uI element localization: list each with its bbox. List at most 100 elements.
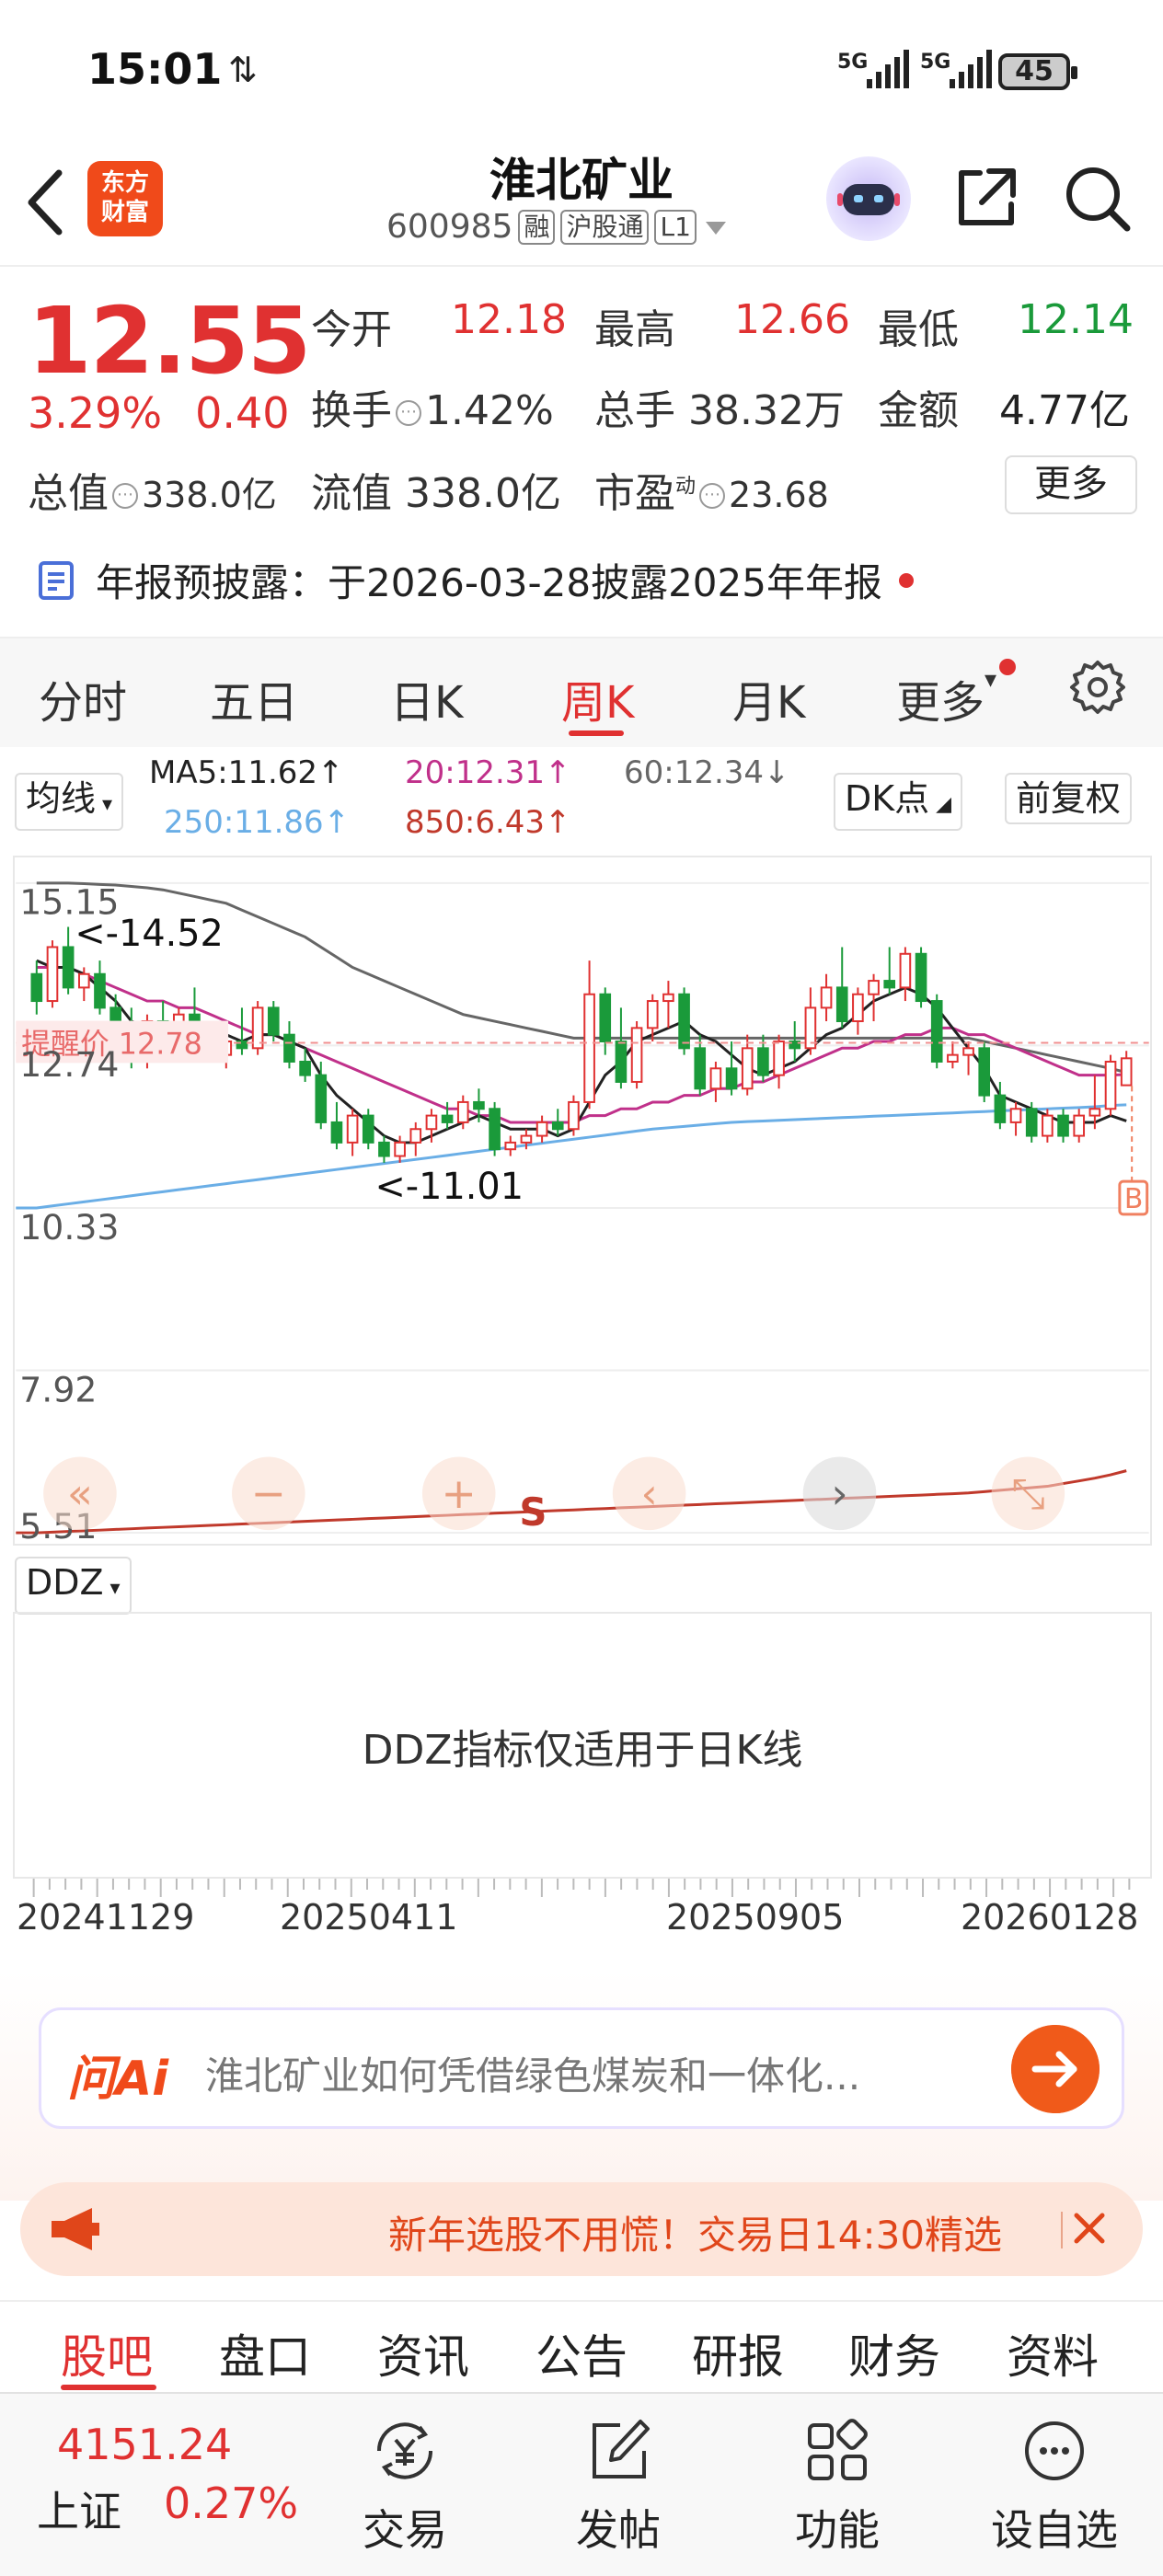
more-quote-button[interactable]: 更多 <box>1005 455 1137 514</box>
index-percent: 0.27% <box>164 2478 299 2528</box>
tab-research[interactable]: 研报 <box>692 2320 784 2386</box>
arrow-right-icon[interactable] <box>1011 2025 1100 2113</box>
dk-point-label: DK点 <box>845 778 930 819</box>
candle <box>630 1027 643 1083</box>
caret-down-icon: ▾ <box>985 666 997 694</box>
low-label: 最低 <box>878 306 959 353</box>
change-percent: 3.29% <box>28 388 163 438</box>
tab-profile[interactable]: 资料 <box>1007 2320 1099 2386</box>
nav-functions[interactable]: 功能 <box>745 2394 929 2576</box>
mktcap-value: 338.0亿 <box>142 475 277 515</box>
candle <box>899 952 912 989</box>
promo-banner[interactable]: 新年选股不用慌！交易日14:30精选 <box>20 2182 1143 2276</box>
search-icon[interactable] <box>1063 164 1133 234</box>
candle <box>441 1114 454 1123</box>
y-tick-label: 7.92 <box>19 1369 97 1409</box>
low-value: 12.14 <box>1018 296 1134 343</box>
turnover-label-text: 换手 <box>311 387 392 434</box>
info-circle-icon[interactable]: ⋯ <box>396 400 421 426</box>
candle <box>520 1134 533 1144</box>
tab-news[interactable]: 资讯 <box>377 2320 469 2386</box>
candle <box>883 980 896 989</box>
bottom-nav: 4151.24 上证 0.27% 交易 发帖 功能 设自选 <box>0 2392 1163 2576</box>
candle <box>568 1100 580 1131</box>
zoom-in-control[interactable]: + <box>421 1456 496 1531</box>
candle <box>1025 1108 1038 1137</box>
caret-down-icon: ▾ <box>96 793 113 816</box>
document-icon <box>39 560 74 600</box>
x-label-3: 20250905 <box>666 1897 845 1938</box>
signal-5g-icon: 5G <box>837 50 909 88</box>
more-dots-icon <box>1025 2421 1084 2480</box>
tab-finance[interactable]: 财务 <box>848 2320 940 2386</box>
promo-text: 新年选股不用慌！交易日14:30精选 <box>388 2213 1003 2258</box>
kline-chart[interactable]: <-14.52<-11.01提醒价 12.78BS 15.1512.7410.3… <box>13 856 1152 1546</box>
candle <box>77 972 90 989</box>
tab-weekly-k[interactable]: 周K <box>561 666 634 730</box>
candle <box>267 1006 280 1036</box>
nav-add-watchlist[interactable]: 设自选 <box>962 2394 1146 2576</box>
tab-announcements[interactable]: 公告 <box>535 2320 628 2386</box>
stock-code-row[interactable]: 600985 融 沪股通 L1 <box>386 208 730 246</box>
indicator-message: DDZ指标仅适用于日K线 <box>362 1727 803 1774</box>
current-price: 12.55 <box>28 287 311 395</box>
gear-icon[interactable] <box>1069 659 1126 716</box>
dk-point-select[interactable]: DK点 ◢ <box>834 773 963 831</box>
scroll-start-icon: « <box>67 1469 93 1518</box>
candle <box>362 1114 374 1144</box>
candle <box>741 1047 754 1090</box>
scroll-left-icon: ‹ <box>640 1469 657 1518</box>
scroll-right-control[interactable]: › <box>802 1456 877 1531</box>
y-tick-label: 10.33 <box>19 1207 119 1248</box>
float-cap-value: 338.0亿 <box>405 470 561 517</box>
ai-ask-bar[interactable]: 问Ai 淮北矿业如何凭借绿色煤炭和一体化... <box>39 2007 1124 2129</box>
candle <box>694 1047 707 1090</box>
candle <box>551 1121 564 1131</box>
x-label-4: 20260128 <box>961 1897 1139 1938</box>
ma-legend-row: 均线 ▾ MA5:11.62↑ 20:12.31↑ 60:12.34↓ 250:… <box>0 747 1163 848</box>
active-tab-underline <box>569 730 624 736</box>
tab-more[interactable]: 更多▾ <box>896 666 996 730</box>
mktcap-label: 总值 ⋯ 338.0亿 <box>28 460 277 519</box>
share-icon[interactable] <box>952 164 1020 232</box>
status-bar: 15:01 ⇅ 5G 5G 45 <box>0 0 1163 138</box>
scroll-start-control[interactable]: « <box>43 1456 117 1531</box>
info-circle-icon[interactable]: ⋯ <box>112 483 138 509</box>
tab-intraday[interactable]: 分时 <box>39 666 127 730</box>
zoom-out-control[interactable]: − <box>232 1456 305 1531</box>
candle <box>315 1074 328 1123</box>
candle <box>773 1041 785 1076</box>
tab-pankou[interactable]: 盘口 <box>219 2320 311 2386</box>
nav-trade[interactable]: 交易 <box>313 2394 497 2576</box>
scroll-right-icon: › <box>831 1469 847 1518</box>
caret-down-icon: ▾ <box>103 1577 121 1600</box>
info-circle-icon[interactable]: ⋯ <box>699 483 726 509</box>
open-label: 今开 <box>311 306 392 353</box>
tab-five-day[interactable]: 五日 <box>210 666 298 730</box>
candle <box>62 946 75 989</box>
ai-robot-avatar[interactable] <box>826 156 911 241</box>
zoom-out-icon: − <box>251 1469 286 1518</box>
signal-5g-icon-2: 5G <box>920 50 992 88</box>
signal-5g-text-2: 5G <box>920 51 950 74</box>
candle <box>678 993 690 1050</box>
fullscreen-control[interactable]: ⤡ <box>991 1456 1065 1531</box>
ma-type-select[interactable]: 均线 ▾ <box>15 773 124 831</box>
close-icon[interactable] <box>1060 2202 1115 2258</box>
indicator-select[interactable]: DDZ ▾ <box>15 1557 132 1615</box>
tab-guba[interactable]: 股吧 <box>61 2320 153 2386</box>
scroll-left-control[interactable]: ‹ <box>612 1456 686 1531</box>
apps-grid-icon <box>808 2419 868 2480</box>
adjust-select[interactable]: 前复权 <box>1005 773 1133 824</box>
annual-report-notice[interactable]: 年报预披露：于2026-03-28披露2025年年报 <box>37 552 914 608</box>
pe-label-text: 市盈 <box>594 470 675 517</box>
candle <box>962 1047 974 1056</box>
volume-label-text: 总手 <box>594 387 675 434</box>
tab-daily-k[interactable]: 日K <box>390 666 463 730</box>
candle <box>646 1000 659 1029</box>
nav-post[interactable]: 发帖 <box>526 2394 710 2576</box>
signal-5g-text: 5G <box>837 51 868 74</box>
pe-label: 市盈动 ⋯ 23.68 <box>594 460 829 519</box>
candle <box>835 986 848 1023</box>
tab-monthly-k[interactable]: 月K <box>732 666 805 730</box>
